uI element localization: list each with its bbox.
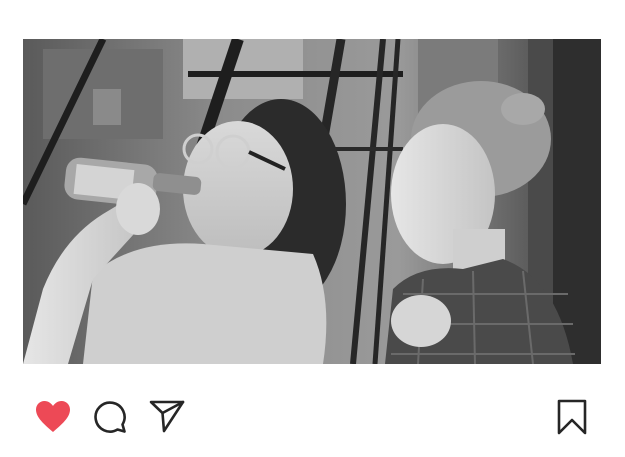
post-photo[interactable] xyxy=(23,39,601,364)
post-card xyxy=(0,0,625,457)
post-photo-illustration xyxy=(23,39,601,364)
share-button[interactable] xyxy=(147,396,187,436)
bookmark-button[interactable] xyxy=(552,397,592,437)
post-action-bar xyxy=(0,390,625,446)
bookmark-icon xyxy=(557,399,587,435)
comment-button[interactable] xyxy=(90,397,130,437)
comment-bubble-icon xyxy=(94,401,126,433)
heart-filled-icon xyxy=(36,401,70,432)
paper-plane-icon xyxy=(149,400,185,433)
like-button[interactable] xyxy=(33,397,73,437)
